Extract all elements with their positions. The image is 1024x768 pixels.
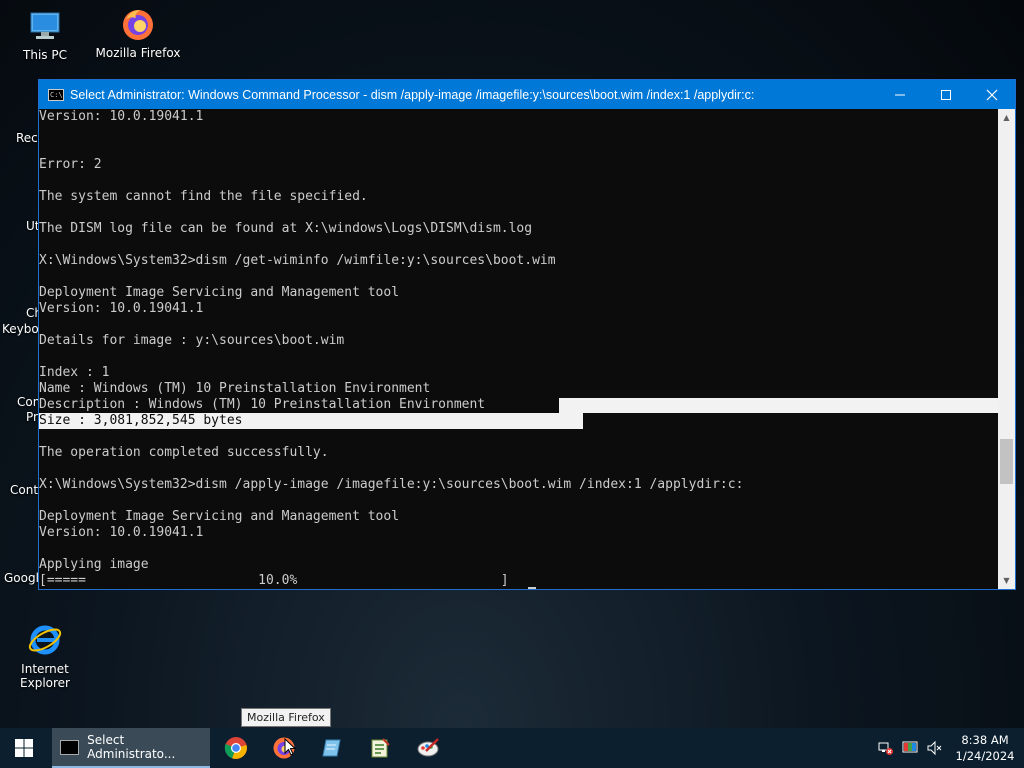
console-line: The operation completed successfully. xyxy=(39,445,329,460)
console-line: Name : Windows (TM) 10 Preinstallation E… xyxy=(39,381,431,396)
paint-icon xyxy=(417,738,439,757)
console-line: X:\Windows\System32>dism /apply-image /i… xyxy=(39,477,744,492)
taskbar-item-label: Select Administrato... xyxy=(87,733,176,761)
text-cursor xyxy=(528,587,536,589)
mouse-pointer-icon xyxy=(284,738,297,756)
internet-explorer-icon xyxy=(27,622,63,658)
notepad-icon xyxy=(322,739,341,757)
system-tray: 8:38 AM 1/24/2024 xyxy=(874,728,1024,768)
console-line: The DISM log file can be found at X:\win… xyxy=(39,221,533,236)
clock-date: 1/24/2024 xyxy=(955,749,1015,763)
network-tray-button[interactable] xyxy=(874,728,898,768)
console-line: Version: 10.0.19041.1 xyxy=(39,301,204,316)
volume-tray-button[interactable] xyxy=(922,728,946,768)
desktop-icon-internet-explorer[interactable]: Internet Explorer xyxy=(0,622,90,690)
progress-line: [===== 10.0% ] xyxy=(39,573,517,588)
desktop-icon-label: Internet Explorer xyxy=(20,662,70,690)
command-prompt-window[interactable]: C:\ Select Administrator: Windows Comman… xyxy=(38,79,1016,590)
console-line: X:\Windows\System32>dism /get-wiminfo /w… xyxy=(39,253,556,268)
taskbar-chrome-button[interactable] xyxy=(212,728,260,768)
cmd-icon: C:\ xyxy=(48,88,64,101)
console-line: Error: 2 xyxy=(39,157,102,172)
taskbar-clock[interactable]: 8:38 AM 1/24/2024 xyxy=(946,732,1024,764)
console-line: Version: 10.0.19041.1 xyxy=(39,525,204,540)
desktop-icon-firefox[interactable]: Mozilla Firefox xyxy=(93,6,183,60)
taskbar-item-command-prompt[interactable]: Select Administrato... xyxy=(52,728,210,768)
maximize-button[interactable] xyxy=(923,80,969,109)
computer-icon xyxy=(27,8,63,44)
console-line: Version: 10.0.19041.1 xyxy=(39,109,204,124)
text-selection xyxy=(559,398,998,413)
console-line-selected: Size : 3,081,852,545 bytes xyxy=(39,413,243,428)
taskbar-notepad-button[interactable] xyxy=(308,728,356,768)
desktop-partial-label: Con xyxy=(17,395,41,409)
scroll-up-icon[interactable]: ▲ xyxy=(998,109,1015,126)
console-line: Deployment Image Servicing and Managemen… xyxy=(39,509,400,524)
desktop-icon-this-pc[interactable]: This PC xyxy=(0,8,90,62)
clock-time: 8:38 AM xyxy=(961,733,1009,747)
scrollbar-thumb[interactable] xyxy=(1000,439,1013,484)
desktop-partial-label: Pr xyxy=(26,410,38,424)
taskbar-tooltip: Mozilla Firefox xyxy=(241,708,331,727)
display-settings-icon xyxy=(902,741,918,753)
editor-icon xyxy=(371,738,390,758)
maximize-icon xyxy=(941,89,951,100)
volume-muted-icon xyxy=(927,740,942,756)
window-title: Select Administrator: Windows Command Pr… xyxy=(70,87,755,102)
console-line: Details for image : y:\sources\boot.wim xyxy=(39,333,345,348)
console-output[interactable]: Version: 10.0.19041.1 Error: 2 The syste… xyxy=(39,109,998,589)
window-titlebar[interactable]: C:\ Select Administrator: Windows Comman… xyxy=(39,80,1015,109)
firefox-icon xyxy=(120,6,156,42)
taskbar-paint-button[interactable] xyxy=(404,728,452,768)
network-disconnected-icon xyxy=(878,742,893,755)
minimize-icon xyxy=(895,94,905,95)
desktop-icon-label: This PC xyxy=(23,48,67,62)
vertical-scrollbar[interactable]: ▲ ▼ xyxy=(998,109,1015,589)
start-button[interactable] xyxy=(0,728,48,768)
minimize-button[interactable] xyxy=(877,80,923,109)
taskbar-editor-button[interactable] xyxy=(356,728,404,768)
taskbar-firefox-button[interactable] xyxy=(260,728,308,768)
cmd-icon xyxy=(60,739,80,755)
console-line: The system cannot find the file specifie… xyxy=(39,189,368,204)
close-button[interactable] xyxy=(969,80,1015,109)
close-icon xyxy=(986,89,998,100)
windows-logo-icon xyxy=(15,739,33,757)
console-line: Deployment Image Servicing and Managemen… xyxy=(39,285,400,300)
taskbar: Select Administrato... 8:38 AM 1/24/2024 xyxy=(0,728,1024,768)
scroll-down-icon[interactable]: ▼ xyxy=(998,572,1015,589)
console-line: Applying image xyxy=(39,557,149,572)
desktop-icon-label: Mozilla Firefox xyxy=(95,46,181,60)
console-line: Index : 1 xyxy=(39,365,110,380)
display-tray-button[interactable] xyxy=(898,728,922,768)
chrome-icon xyxy=(224,737,247,759)
console-line: Description : Windows (TM) 10 Preinstall… xyxy=(39,397,486,412)
